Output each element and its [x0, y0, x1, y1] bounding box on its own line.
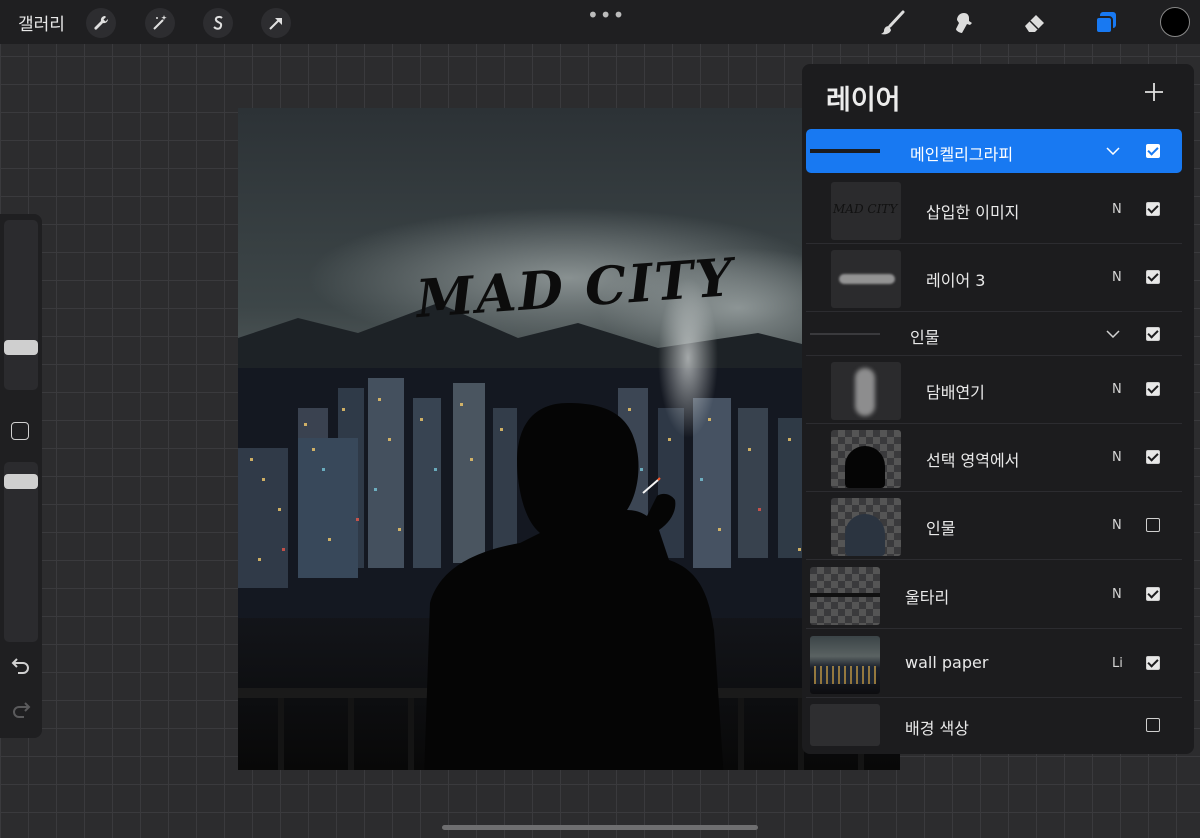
artwork-canvas[interactable]: MAD CITY	[238, 108, 900, 770]
layer-name: 배경 색상	[905, 719, 969, 738]
layer-row[interactable]: 담배연기 N	[806, 356, 1182, 424]
opacity-slider[interactable]	[4, 462, 38, 642]
left-sidebar	[0, 214, 42, 738]
opacity-thumb[interactable]	[4, 474, 38, 489]
smudge-icon[interactable]	[949, 8, 979, 38]
group-line-icon	[810, 333, 880, 335]
blend-mode-label[interactable]: Li	[1112, 656, 1123, 671]
undo-icon[interactable]	[10, 656, 32, 680]
blend-mode-label[interactable]: N	[1112, 382, 1122, 397]
layer-visibility-checkbox[interactable]	[1146, 382, 1160, 396]
more-options-icon[interactable]: •••	[587, 3, 625, 27]
blend-mode-label[interactable]: N	[1112, 270, 1122, 285]
layer-row[interactable]: 울타리 N	[806, 561, 1182, 629]
add-layer-button[interactable]	[1140, 78, 1168, 106]
gallery-button[interactable]: 갤러리	[18, 10, 65, 35]
blend-mode-label[interactable]: N	[1112, 202, 1122, 217]
layer-visibility-checkbox[interactable]	[1146, 327, 1160, 341]
group-line-icon	[810, 149, 880, 153]
layer-name: 선택 영역에서	[926, 451, 1020, 470]
layer-group-row[interactable]: 메인켈리그라피	[806, 129, 1182, 173]
selection-s-icon[interactable]	[203, 8, 233, 38]
layer-thumbnail	[831, 498, 901, 556]
layer-visibility-checkbox[interactable]	[1146, 202, 1160, 216]
modify-square-icon[interactable]	[11, 422, 29, 440]
redo-icon[interactable]	[10, 700, 32, 724]
wrench-icon[interactable]	[86, 8, 116, 38]
layer-name: 울타리	[905, 588, 950, 607]
layer-visibility-checkbox[interactable]	[1146, 656, 1160, 670]
layer-name: 담배연기	[926, 383, 985, 402]
layer-row[interactable]: MAD CITY 삽입한 이미지 N	[806, 176, 1182, 244]
layer-visibility-checkbox[interactable]	[1146, 270, 1160, 284]
layer-row[interactable]: 선택 영역에서 N	[806, 424, 1182, 492]
layer-row[interactable]: 레이어 3 N	[806, 244, 1182, 312]
layer-name: wall paper	[905, 653, 989, 672]
brush-size-slider[interactable]	[4, 220, 38, 390]
layer-row[interactable]: wall paper Li	[806, 630, 1182, 698]
layer-name: 레이어 3	[926, 271, 986, 290]
layer-thumbnail	[810, 636, 880, 694]
blend-mode-label[interactable]: N	[1112, 587, 1122, 602]
layer-name: 삽입한 이미지	[926, 203, 1020, 222]
blend-mode-label[interactable]: N	[1112, 518, 1122, 533]
layers-panel: 레이어 메인켈리그라피 MAD CITY 삽입한 이미지 N 레이어 3 N 인…	[802, 64, 1194, 754]
layer-group-row[interactable]: 인물	[806, 312, 1182, 356]
chevron-down-icon[interactable]	[1106, 330, 1120, 338]
layer-thumbnail	[831, 250, 901, 308]
chevron-down-icon[interactable]	[1106, 147, 1120, 155]
layers-icon[interactable]	[1091, 8, 1121, 38]
layer-thumbnail	[810, 704, 880, 746]
home-indicator[interactable]	[442, 825, 758, 830]
eraser-icon[interactable]	[1020, 8, 1050, 38]
arrow-transform-icon[interactable]	[261, 8, 291, 38]
brush-icon[interactable]	[878, 8, 908, 38]
brush-size-thumb[interactable]	[4, 340, 38, 355]
layer-visibility-checkbox[interactable]	[1146, 450, 1160, 464]
layer-thumbnail	[831, 362, 901, 420]
layer-visibility-checkbox[interactable]	[1146, 518, 1160, 532]
layer-thumbnail	[810, 567, 880, 625]
layer-visibility-checkbox[interactable]	[1146, 144, 1160, 158]
magic-wand-icon[interactable]	[145, 8, 175, 38]
layer-visibility-checkbox[interactable]	[1146, 587, 1160, 601]
top-toolbar: 갤러리 •••	[0, 0, 1200, 44]
layer-thumbnail: MAD CITY	[831, 182, 901, 240]
blend-mode-label[interactable]: N	[1112, 450, 1122, 465]
layer-row[interactable]: 인물 N	[806, 492, 1182, 560]
layer-visibility-checkbox[interactable]	[1146, 718, 1160, 732]
layers-panel-title: 레이어	[826, 85, 901, 116]
layer-name: 인물	[910, 328, 940, 347]
layer-thumbnail	[831, 430, 901, 488]
layer-name: 인물	[926, 519, 956, 538]
background-color-row[interactable]: 배경 색상	[806, 699, 1182, 751]
color-picker-swatch[interactable]	[1160, 7, 1190, 37]
layer-name: 메인켈리그라피	[910, 145, 1014, 164]
